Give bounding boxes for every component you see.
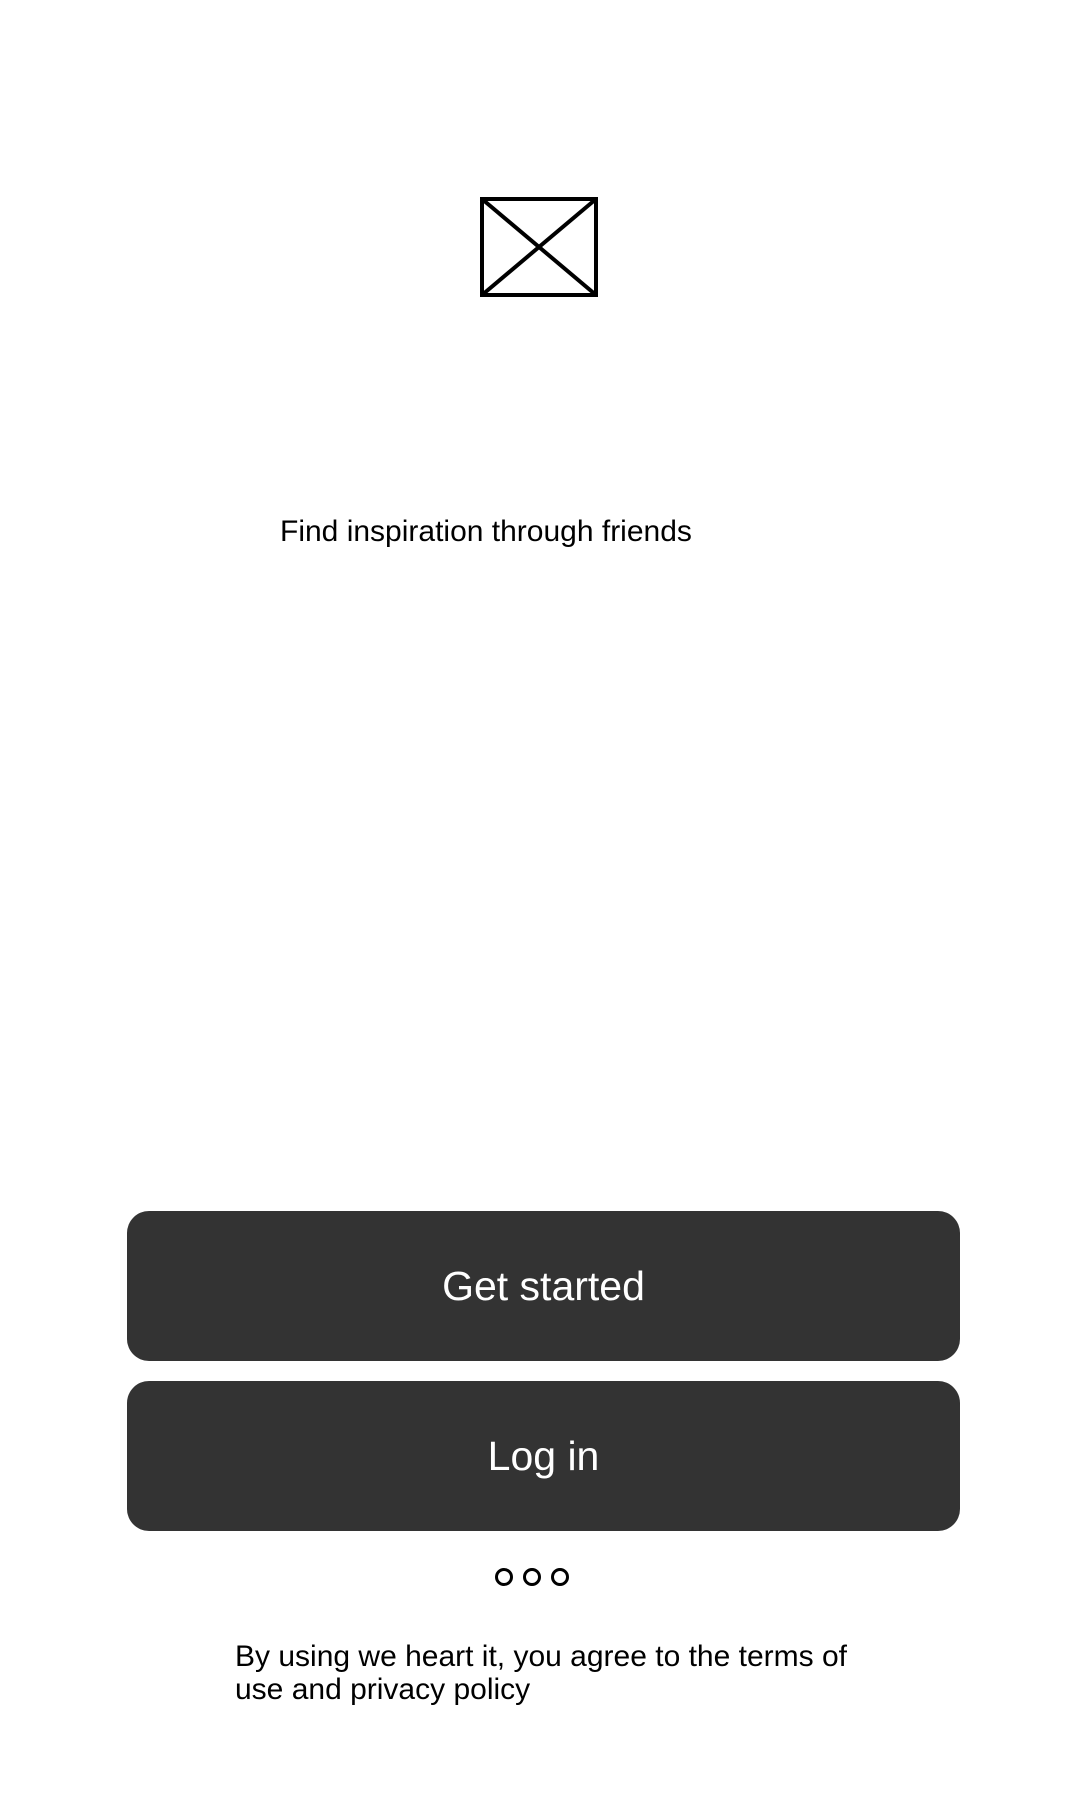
legal-notice: By using we heart it, you agree to the t…: [235, 1640, 847, 1706]
image-placeholder-icon: [480, 197, 598, 297]
page-indicator-dot[interactable]: [495, 1568, 513, 1586]
get-started-button[interactable]: Get started: [127, 1211, 960, 1361]
page-indicator: [495, 1568, 569, 1586]
tagline: Find inspiration through friends: [280, 515, 692, 548]
login-button[interactable]: Log in: [127, 1381, 960, 1531]
page-indicator-dot[interactable]: [523, 1568, 541, 1586]
page-indicator-dot[interactable]: [551, 1568, 569, 1586]
